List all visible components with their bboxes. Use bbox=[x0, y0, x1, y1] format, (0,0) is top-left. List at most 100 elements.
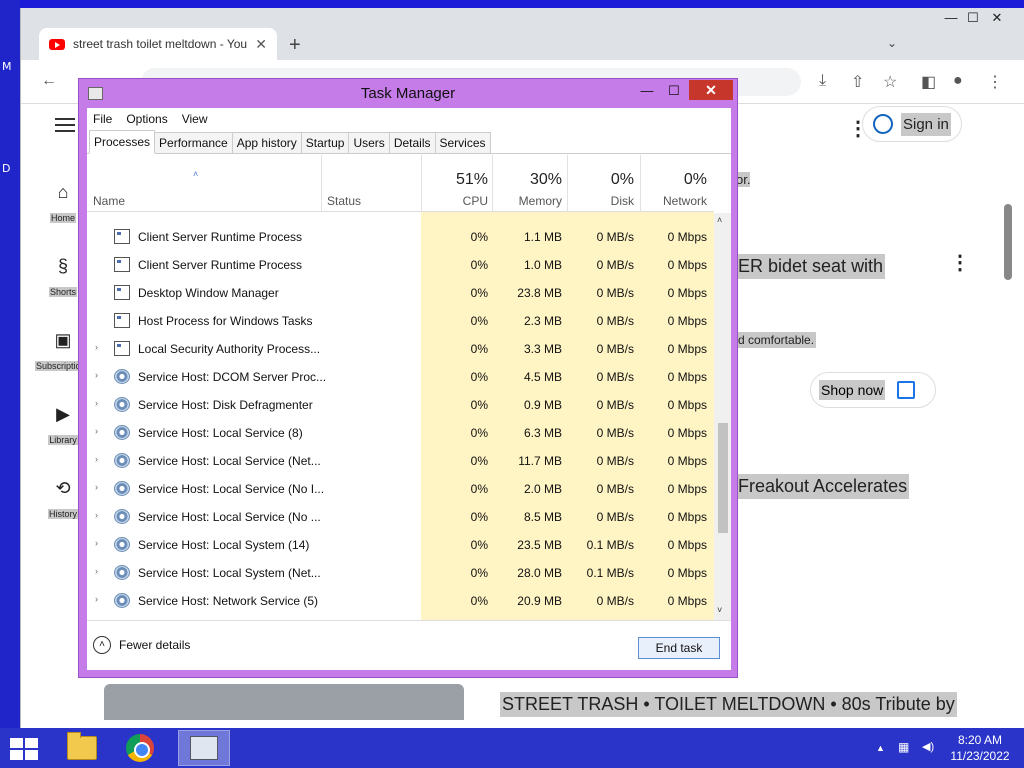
menu-options[interactable]: Options bbox=[126, 112, 167, 126]
video-thumbnail[interactable] bbox=[104, 684, 464, 720]
table-row[interactable]: Client Server Runtime Process 0% 1.0 MB 0 M… bbox=[87, 251, 714, 279]
col-network[interactable]: Network bbox=[640, 194, 707, 208]
task-manager-titlebar[interactable]: Task Manager — ☐ ✕ bbox=[79, 79, 737, 107]
table-row[interactable]: › Service Host: Network Service (5) 0% 20.9… bbox=[87, 587, 714, 615]
scroll-up-icon[interactable]: ˄ bbox=[717, 215, 722, 225]
share-icon[interactable]: ⇧ bbox=[851, 72, 864, 92]
col-disk[interactable]: Disk bbox=[567, 194, 634, 208]
folder-icon bbox=[67, 732, 97, 760]
col-status[interactable]: Status bbox=[327, 194, 361, 208]
start-button[interactable] bbox=[8, 738, 38, 760]
volume-icon[interactable]: ◀) bbox=[922, 740, 934, 753]
process-window-icon bbox=[114, 285, 130, 300]
process-cpu-value: 0% bbox=[470, 314, 488, 328]
disk-total[interactable]: 0% bbox=[567, 171, 634, 189]
video-title-partial[interactable]: Freakout Accelerates bbox=[736, 474, 910, 499]
video-title[interactable]: STREET TRASH • TOILET MELTDOWN • 80s Tri… bbox=[500, 692, 957, 717]
expand-chevron-icon[interactable]: › bbox=[95, 454, 98, 464]
process-disk-value: 0 MB/s bbox=[596, 314, 634, 328]
cpu-total[interactable]: 51% bbox=[421, 171, 488, 189]
process-mem-value: 2.3 MB bbox=[523, 314, 562, 328]
fewer-details-label: Fewer details bbox=[119, 638, 191, 652]
network-total[interactable]: 0% bbox=[640, 171, 707, 189]
table-row[interactable]: › Service Host: Local Service (No ... 0% 8.… bbox=[87, 503, 714, 531]
tm-close-button[interactable]: ✕ bbox=[689, 80, 733, 100]
process-name: Client Server Runtime Process bbox=[138, 230, 303, 244]
tab-performance[interactable]: Performance bbox=[154, 132, 233, 153]
tab-processes[interactable]: Processes bbox=[89, 130, 156, 154]
tm-minimize-button[interactable]: — bbox=[637, 81, 657, 101]
service-gear-icon bbox=[114, 425, 130, 440]
menu-file[interactable]: File bbox=[93, 112, 112, 126]
expand-chevron-icon[interactable]: › bbox=[95, 426, 98, 436]
expand-chevron-icon[interactable]: › bbox=[95, 510, 98, 520]
tm-maximize-button[interactable]: ☐ bbox=[663, 81, 685, 101]
bookmark-star-icon[interactable]: ☆ bbox=[883, 72, 897, 92]
ad-title[interactable]: ER bidet seat with bbox=[736, 254, 886, 279]
scrollbar-thumb[interactable] bbox=[718, 423, 728, 533]
table-row[interactable]: Client Server Runtime Process 0% 1.1 MB 0 M… bbox=[87, 223, 714, 251]
process-net-value: 0 Mbps bbox=[667, 482, 707, 496]
tab-startup[interactable]: Startup bbox=[300, 132, 350, 153]
col-name[interactable]: Name bbox=[93, 194, 125, 208]
table-row[interactable]: › Service Host: Local Service (No I... 0% 2… bbox=[87, 475, 714, 503]
process-net-value: 0 Mbps bbox=[667, 510, 707, 524]
process-net-value: 0 Mbps bbox=[667, 566, 707, 580]
browser-tab[interactable]: street trash toilet meltdown - You ✕ bbox=[39, 28, 277, 60]
tab-close-icon[interactable]: ✕ bbox=[255, 36, 267, 53]
tab-users[interactable]: Users bbox=[348, 132, 390, 153]
taskbar-chrome[interactable] bbox=[114, 730, 166, 766]
fewer-details-button[interactable]: ˄ Fewer details bbox=[93, 636, 190, 654]
download-icon[interactable]: ⤓ bbox=[819, 72, 826, 90]
tab-search-chevron-icon[interactable]: ⌄ bbox=[887, 36, 897, 50]
new-tab-button[interactable]: + bbox=[289, 34, 301, 57]
end-task-button[interactable]: End task bbox=[638, 637, 720, 659]
table-row[interactable]: › Service Host: Local Service (8) 0% 6.3 MB… bbox=[87, 419, 714, 447]
table-row[interactable]: › Service Host: DCOM Server Proc... 0% 4.5 … bbox=[87, 363, 714, 391]
ad-more-icon[interactable]: ⋮ bbox=[950, 250, 970, 275]
table-row[interactable]: › Service Host: Local Service (Net... 0% 11… bbox=[87, 447, 714, 475]
sign-in-button[interactable]: Sign in bbox=[862, 106, 962, 142]
expand-chevron-icon[interactable]: › bbox=[95, 538, 98, 548]
tab-app-history[interactable]: App history bbox=[231, 132, 302, 153]
side-panel-icon[interactable]: ◧ bbox=[921, 72, 936, 92]
expand-chevron-icon[interactable]: › bbox=[95, 398, 98, 408]
page-scrollbar-thumb[interactable] bbox=[1004, 204, 1012, 280]
browser-close-button[interactable]: ✕ bbox=[979, 10, 1015, 26]
show-hidden-icons-icon[interactable]: ▲ bbox=[876, 743, 885, 753]
expand-chevron-icon[interactable]: › bbox=[95, 482, 98, 492]
taskbar-file-explorer[interactable] bbox=[56, 730, 108, 766]
process-cpu-value: 0% bbox=[470, 230, 488, 244]
table-row[interactable]: › Service Host: Local System (14) 0% 23.5 M… bbox=[87, 531, 714, 559]
table-row[interactable]: Host Process for Windows Tasks 0% 2.3 MB 0 … bbox=[87, 307, 714, 335]
memory-total[interactable]: 30% bbox=[492, 171, 562, 189]
taskbar-task-manager[interactable] bbox=[178, 730, 230, 766]
menu-view[interactable]: View bbox=[182, 112, 208, 126]
process-disk-value: 0 MB/s bbox=[596, 286, 634, 300]
expand-chevron-icon[interactable]: › bbox=[95, 370, 98, 380]
expand-chevron-icon[interactable]: › bbox=[95, 566, 98, 576]
table-row[interactable]: › Service Host: Local System (Net... 0% 28.… bbox=[87, 559, 714, 587]
table-row[interactable]: › Local Security Authority Process... 0% 3.… bbox=[87, 335, 714, 363]
clock[interactable]: 8:20 AM 11/23/2022 bbox=[942, 732, 1018, 764]
process-list-scrollbar[interactable]: ˄ ˅ bbox=[714, 213, 731, 620]
hamburger-menu-icon[interactable] bbox=[55, 118, 75, 132]
network-icon[interactable]: ▦ bbox=[898, 740, 909, 754]
expand-chevron-icon[interactable]: › bbox=[95, 594, 98, 604]
back-arrow-icon[interactable]: ← bbox=[41, 72, 57, 90]
expand-chevron-icon[interactable]: › bbox=[95, 342, 98, 352]
profile-avatar-icon[interactable]: ● bbox=[953, 72, 963, 90]
process-name: Service Host: Network Service (5) bbox=[138, 594, 319, 608]
scroll-down-icon[interactable]: ˅ bbox=[717, 605, 722, 615]
col-memory[interactable]: Memory bbox=[492, 194, 562, 208]
col-cpu[interactable]: CPU bbox=[421, 194, 488, 208]
browser-menu-icon[interactable]: ⋮ bbox=[987, 72, 1003, 92]
table-row[interactable]: › Service Host: Disk Defragmenter 0% 0.9 MB… bbox=[87, 391, 714, 419]
col-divider[interactable] bbox=[321, 155, 322, 212]
tab-services[interactable]: Services bbox=[434, 132, 491, 153]
table-row[interactable]: Desktop Window Manager 0% 23.8 MB 0 MB/s 0 M… bbox=[87, 279, 714, 307]
tab-details[interactable]: Details bbox=[388, 132, 436, 153]
windows-logo-pane bbox=[25, 750, 38, 760]
shop-now-button[interactable]: Shop now bbox=[810, 372, 936, 408]
sign-in-label: Sign in bbox=[901, 112, 951, 136]
